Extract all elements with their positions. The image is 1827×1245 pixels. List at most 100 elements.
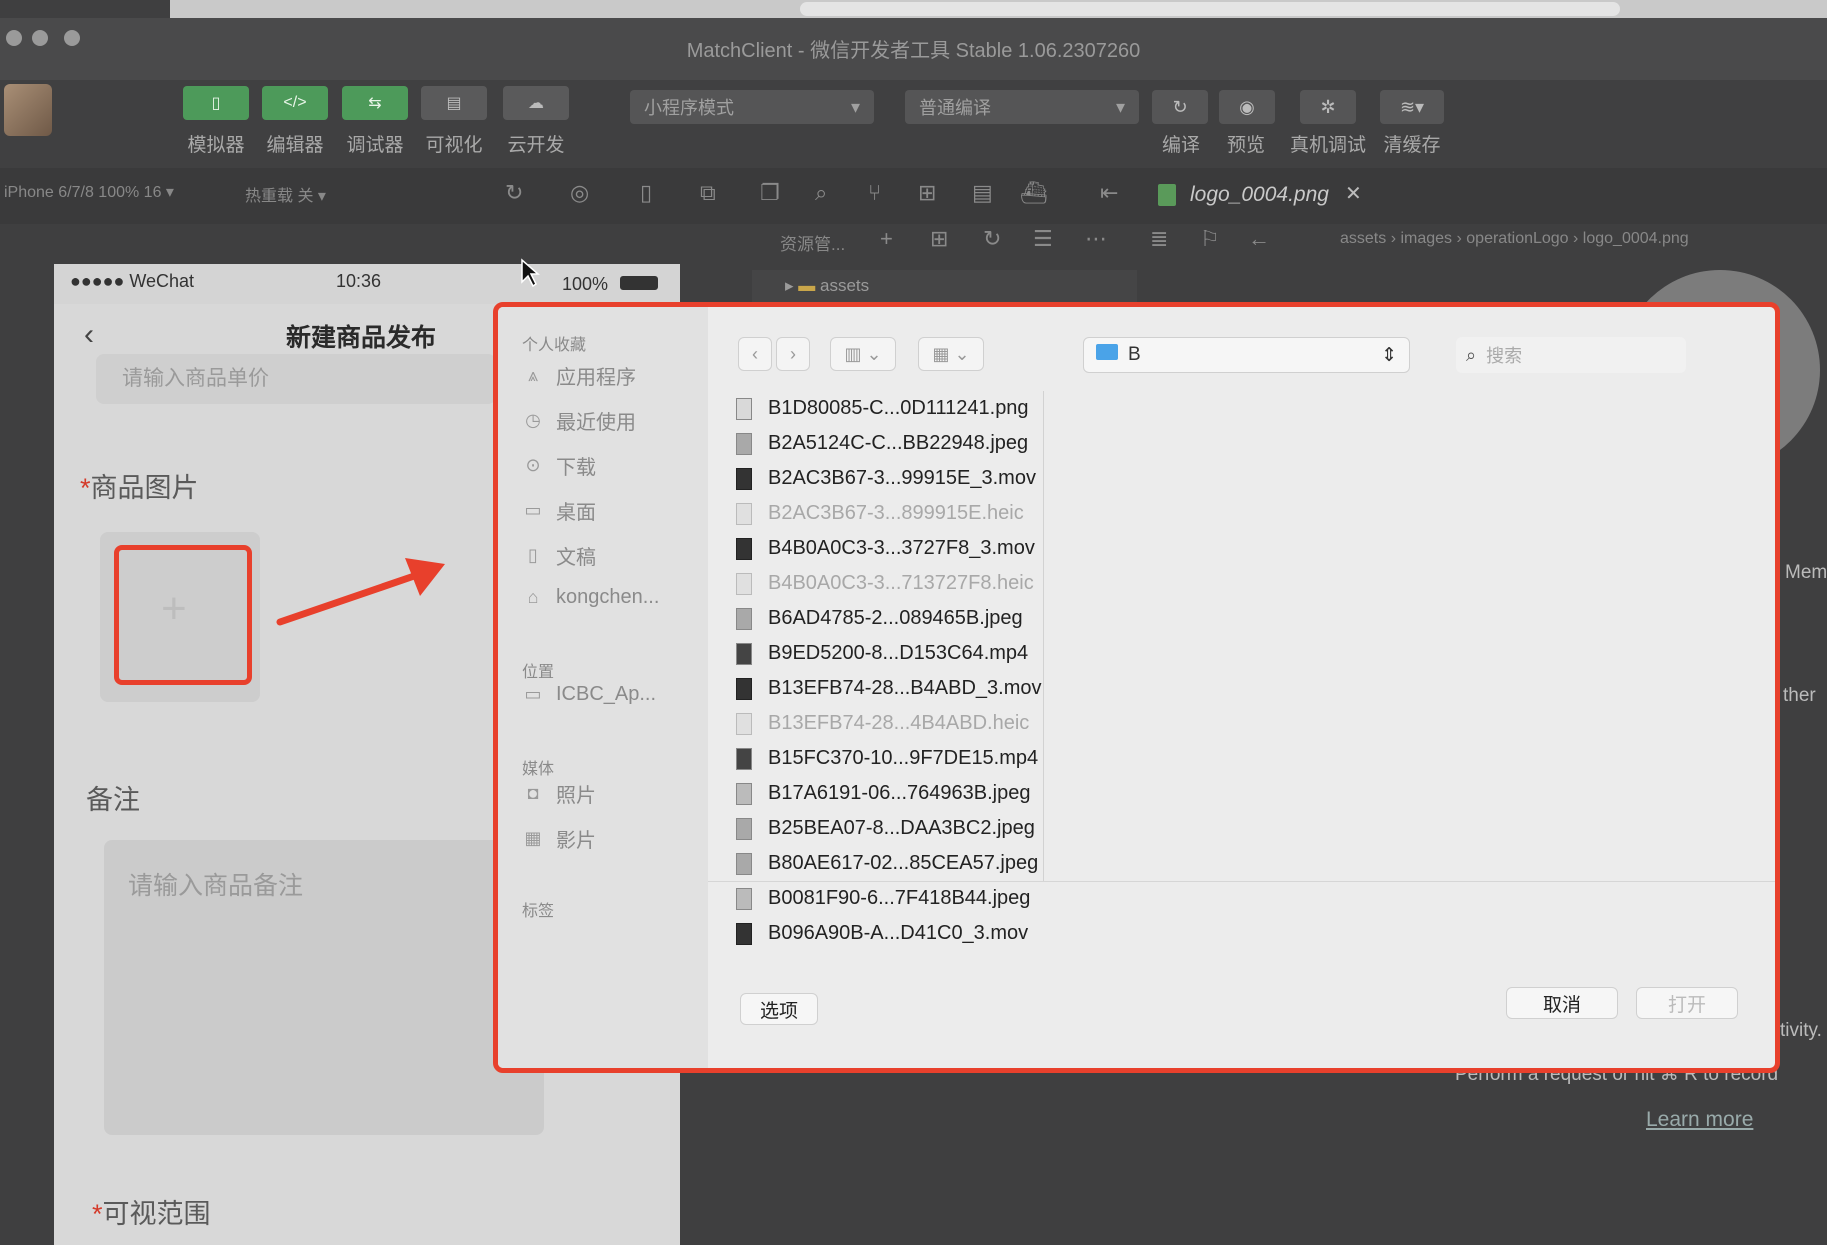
film-icon: ▦ bbox=[524, 828, 542, 848]
file-name: B25BEA07-8...DAA3BC2.jpeg bbox=[768, 817, 1035, 839]
preview-label: 预览 bbox=[1226, 135, 1265, 156]
back-arrow-icon[interactable]: ← bbox=[1248, 226, 1270, 252]
collapse-icon[interactable]: ☰ bbox=[1033, 226, 1053, 252]
close-tab-icon[interactable]: ✕ bbox=[1345, 181, 1362, 206]
refresh-icon[interactable]: ↻ bbox=[983, 226, 1001, 252]
panel-icon[interactable]: ▤ bbox=[972, 180, 993, 206]
open-button[interactable]: 打开 bbox=[1636, 987, 1738, 1019]
more-icon[interactable]: ⋯ bbox=[1085, 226, 1107, 252]
back-button[interactable]: ‹ bbox=[738, 337, 772, 371]
file-row[interactable]: B2AC3B67-3...99915E_3.mov bbox=[708, 461, 1043, 496]
sidebar-item-label: 文稿 bbox=[556, 547, 596, 569]
image-section-label: *商品图片 bbox=[80, 466, 199, 505]
tree-folder-assets[interactable]: ▸ ▬ assets bbox=[785, 276, 869, 296]
hotreload-select[interactable]: 热重载 关 ▾ bbox=[245, 182, 326, 206]
visual-toggle-button[interactable]: ▤ bbox=[421, 86, 487, 120]
visibility-section-label: *可视范围 bbox=[92, 1192, 211, 1231]
remote-debug-label: 真机调试 bbox=[1289, 135, 1366, 156]
file-name: B6AD4785-2...089465B.jpeg bbox=[768, 607, 1023, 629]
new-folder-icon[interactable]: ⊞ bbox=[930, 226, 948, 252]
file-row[interactable]: B25BEA07-8...DAA3BC2.jpeg bbox=[708, 811, 1043, 846]
column-divider[interactable] bbox=[1043, 391, 1044, 881]
file-row[interactable]: B2AC3B67-3...899915E.heic bbox=[708, 496, 1043, 531]
device-icon[interactable]: ▯ bbox=[640, 180, 652, 206]
device-select[interactable]: iPhone 6/7/8 100% 16 ▾ bbox=[4, 182, 174, 202]
sidebar-item-photos[interactable]: ◘ 照片 bbox=[522, 779, 596, 808]
preview-button[interactable]: ◉ bbox=[1219, 90, 1275, 124]
breadcrumb-item[interactable]: logo_0004.png bbox=[1583, 230, 1689, 247]
simulator-label: 模拟器 bbox=[187, 135, 245, 156]
simulator-toggle-button[interactable]: ▯ bbox=[183, 86, 249, 120]
compile-button[interactable]: ↻ bbox=[1152, 90, 1208, 124]
cloud-dev-button[interactable]: ☁ bbox=[503, 86, 569, 120]
mode-select-value: 小程序模式 bbox=[644, 98, 734, 118]
extensions-icon[interactable]: ⊞ bbox=[918, 180, 936, 206]
tab-logo-file[interactable]: logo_0004.png bbox=[1190, 183, 1329, 207]
avatar[interactable] bbox=[4, 84, 52, 136]
sidebar-item-desktop[interactable]: ▭ 桌面 bbox=[522, 496, 596, 525]
record-icon[interactable]: ◎ bbox=[570, 180, 589, 206]
docker-icon[interactable]: ⛴ bbox=[1020, 180, 1048, 206]
add-image-button[interactable]: + bbox=[114, 545, 252, 685]
image-file-icon bbox=[1158, 184, 1176, 206]
breadcrumb-item[interactable]: images bbox=[1400, 230, 1452, 247]
compile-select[interactable]: 普通编译 ▾ bbox=[905, 90, 1139, 124]
forward-button[interactable]: › bbox=[776, 337, 810, 371]
remark-input[interactable]: 请输入商品备注 bbox=[104, 840, 544, 1135]
image-label-text: 商品图片 bbox=[90, 473, 199, 503]
list-icon[interactable]: ≣ bbox=[1150, 226, 1168, 252]
file-row[interactable]: B4B0A0C3-3...3727F8_3.mov bbox=[708, 531, 1043, 566]
debugger-toggle-button[interactable]: ⇆ bbox=[342, 86, 408, 120]
sidebar-item-downloads[interactable]: ⊙ 下载 bbox=[522, 451, 596, 480]
chevron-down-icon: ▾ bbox=[1115, 96, 1125, 117]
editor-toggle-button[interactable]: </> bbox=[262, 86, 328, 120]
rotate-icon[interactable]: ↻ bbox=[505, 180, 523, 206]
file-row[interactable]: B9ED5200-8...D153C64.mp4 bbox=[708, 636, 1043, 671]
files-icon[interactable]: ❐ bbox=[760, 180, 780, 206]
file-row[interactable]: B6AD4785-2...089465B.jpeg bbox=[708, 601, 1043, 636]
group-button[interactable]: ▦ ⌄ bbox=[918, 337, 984, 371]
sidebar-item-documents[interactable]: ▯ 文稿 bbox=[522, 541, 596, 570]
file-row[interactable]: B17A6191-06...764963B.jpeg bbox=[708, 776, 1043, 811]
debug-icon: ⇆ bbox=[368, 95, 382, 112]
bookmark-icon[interactable]: ⚐ bbox=[1200, 226, 1220, 252]
sidebar-item-recents[interactable]: ◷ 最近使用 bbox=[522, 406, 636, 435]
cancel-button[interactable]: 取消 bbox=[1506, 987, 1618, 1019]
breadcrumb-item[interactable]: assets bbox=[1340, 230, 1386, 247]
sidebar-item-applications[interactable]: ⩓ 应用程序 bbox=[522, 361, 636, 390]
cloud-icon: ☁ bbox=[528, 95, 544, 112]
sidebar-item-disk[interactable]: ▭ ICBC_Ap... bbox=[522, 683, 656, 706]
clear-cache-button[interactable]: ≋▾ bbox=[1380, 90, 1444, 124]
locations-title: 位置 bbox=[522, 664, 555, 681]
file-row[interactable]: B80AE617-02...85CEA57.jpeg bbox=[708, 846, 1043, 881]
remote-debug-button[interactable]: ✲ bbox=[1300, 90, 1356, 124]
branch-icon[interactable]: ⑂ bbox=[868, 180, 881, 206]
file-row[interactable]: B15FC370-10...9F7DE15.mp4 bbox=[708, 741, 1043, 776]
learn-more-link[interactable]: Learn more bbox=[1646, 1108, 1753, 1132]
price-input[interactable]: 请输入商品单价 bbox=[96, 354, 496, 404]
clock-icon: ◷ bbox=[525, 410, 541, 430]
options-button[interactable]: 选项 bbox=[740, 993, 818, 1025]
file-thumbnail-icon bbox=[736, 642, 752, 665]
add-icon[interactable]: + bbox=[880, 226, 893, 252]
sidebar-item-movies[interactable]: ▦ 影片 bbox=[522, 824, 596, 853]
file-row[interactable]: B13EFB74-28...4B4ABD.heic bbox=[708, 706, 1043, 741]
search-icon[interactable]: ⌕ bbox=[815, 180, 827, 206]
back-icon[interactable]: ‹ bbox=[84, 318, 94, 352]
split-icon[interactable]: ⇤ bbox=[1100, 180, 1118, 206]
window-icon[interactable]: ⧉ bbox=[700, 180, 716, 206]
mode-select[interactable]: 小程序模式 ▾ bbox=[630, 90, 874, 124]
sidebar-item-label: kongchen... bbox=[556, 586, 660, 608]
breadcrumb-item[interactable]: operationLogo bbox=[1466, 230, 1568, 247]
file-row[interactable]: B2A5124C-C...BB22948.jpeg bbox=[708, 426, 1043, 461]
updown-chevron-icon: ⇕ bbox=[1381, 344, 1397, 366]
location-select[interactable]: B ⇕ bbox=[1083, 337, 1410, 373]
file-thumbnail-icon bbox=[736, 537, 752, 560]
file-row[interactable]: B13EFB74-28...B4ABD_3.mov bbox=[708, 671, 1043, 706]
view-mode-button[interactable]: ▥ ⌄ bbox=[830, 337, 896, 371]
file-name: B2AC3B67-3...899915E.heic bbox=[768, 502, 1024, 524]
search-input[interactable]: ⌕ 搜索 bbox=[1456, 337, 1686, 373]
file-row[interactable]: B1D80085-C...0D111241.png bbox=[708, 391, 1043, 426]
file-row[interactable]: B4B0A0C3-3...713727F8.heic bbox=[708, 566, 1043, 601]
sidebar-item-home[interactable]: ⌂ kongchen... bbox=[522, 586, 660, 609]
